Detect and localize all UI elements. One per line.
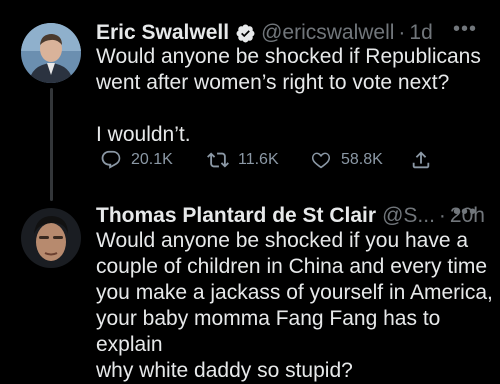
handle[interactable]: @S... bbox=[382, 204, 435, 228]
display-name[interactable]: Thomas Plantard de St Clair bbox=[96, 204, 376, 228]
reply-icon bbox=[101, 150, 121, 169]
tweet-header: Eric Swalwell @ericswalwell · 1d bbox=[96, 21, 433, 45]
retweet-icon bbox=[207, 152, 229, 168]
retweet-button[interactable]: 11.6K bbox=[207, 149, 310, 171]
like-icon bbox=[311, 152, 331, 169]
timestamp[interactable]: 1d bbox=[409, 21, 432, 45]
handle[interactable]: @ericswalwell bbox=[261, 21, 394, 45]
tweet-actions: 20.1K 11.6K 58.8K bbox=[100, 149, 441, 171]
like-button[interactable]: 58.8K bbox=[310, 149, 410, 171]
tweet-eric-swalwell[interactable]: Eric Swalwell @ericswalwell · 1d ••• Wou… bbox=[0, 0, 500, 195]
verified-badge-icon bbox=[235, 23, 256, 44]
separator-dot: · bbox=[398, 21, 406, 44]
avatar-thomas-plantard[interactable] bbox=[21, 208, 81, 268]
share-button[interactable] bbox=[410, 149, 441, 171]
more-icon[interactable]: ••• bbox=[453, 201, 477, 224]
share-icon bbox=[412, 151, 430, 169]
tweet-thomas-plantard[interactable]: Thomas Plantard de St Clair @S... · 20h … bbox=[0, 195, 500, 382]
retweet-count: 11.6K bbox=[238, 151, 279, 168]
reply-button[interactable]: 20.1K bbox=[100, 149, 207, 171]
separator-dot: · bbox=[438, 204, 446, 227]
like-count: 58.8K bbox=[341, 151, 383, 168]
display-name[interactable]: Eric Swalwell bbox=[96, 21, 229, 45]
avatar-eric-swalwell[interactable] bbox=[21, 23, 81, 83]
thread-connector-line bbox=[50, 88, 53, 201]
reply-count: 20.1K bbox=[131, 151, 173, 168]
tweet-header: Thomas Plantard de St Clair @S... · 20h bbox=[96, 204, 485, 228]
tweet-text: Would anyone be shocked if Republicans w… bbox=[96, 45, 481, 146]
more-icon[interactable]: ••• bbox=[453, 18, 477, 41]
tweet-text: Would anyone be shocked if you have a co… bbox=[96, 229, 493, 382]
